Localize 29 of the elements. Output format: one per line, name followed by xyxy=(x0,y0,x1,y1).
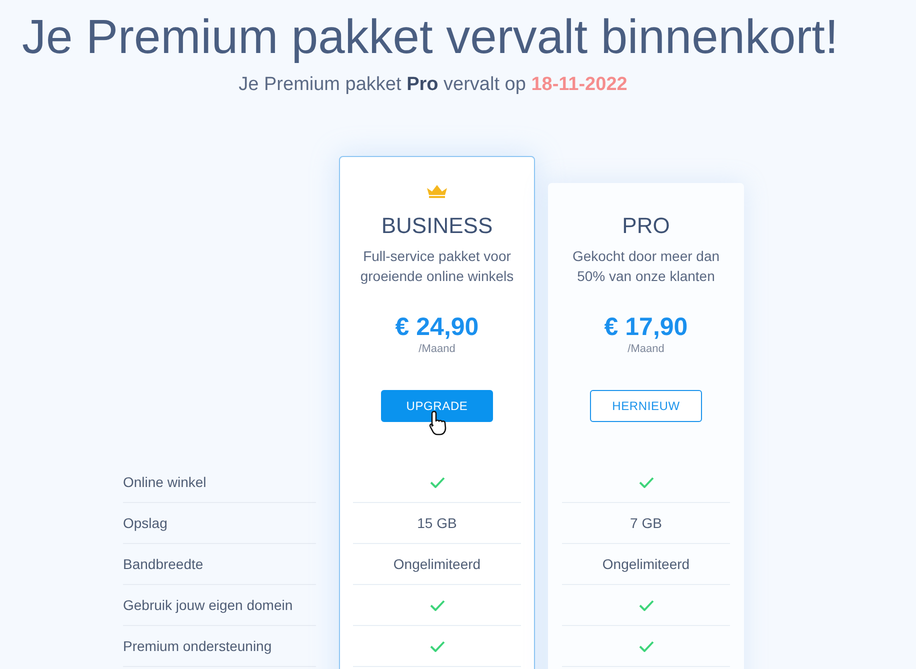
check-icon xyxy=(430,600,444,610)
plan-feature-value: Ongelimiteerd xyxy=(602,554,690,574)
page-heading: Je Premium pakket vervalt binnenkort! xyxy=(21,10,840,64)
plan-name: PRO xyxy=(622,212,670,240)
plan-price: € 24,90 xyxy=(395,313,479,341)
check-icon xyxy=(638,640,654,652)
plan-name: BUSINESS xyxy=(381,212,493,240)
plan-description: Gekocht door meer dan 50% van onze klanten xyxy=(571,247,721,286)
check-icon xyxy=(638,600,654,610)
plan-period: /Maand xyxy=(418,342,456,356)
plan-description: Full-service pakket voor groeiende online winkels xyxy=(359,247,515,286)
plan-price: € 17,90 xyxy=(604,313,688,341)
plan-feature-value: Ongelimiteerd xyxy=(393,554,481,574)
feature-label: Premium ondersteuning xyxy=(123,636,272,656)
feature-label: Bandbreedte xyxy=(123,554,204,574)
feature-label: Gebruik jouw eigen domein xyxy=(123,596,293,615)
feature-label: Opslag xyxy=(123,514,168,533)
plan-feature-value: 15 GB xyxy=(417,514,457,532)
hand-cursor-icon xyxy=(429,410,447,436)
plan-period: /Maand xyxy=(628,342,664,356)
expiry-notice: Je Premium pakket Pro vervalt op 18-11-2022 xyxy=(238,73,628,97)
plan-button[interactable]: UPGRADE xyxy=(381,390,493,422)
plan-feature-value: 7 GB xyxy=(630,514,662,532)
plan-button[interactable]: HERNIEUW xyxy=(590,390,702,422)
check-icon xyxy=(430,476,444,488)
crown-icon xyxy=(427,185,447,198)
feature-label: Online winkel xyxy=(123,472,206,492)
check-icon xyxy=(638,476,654,488)
check-icon xyxy=(430,640,444,652)
